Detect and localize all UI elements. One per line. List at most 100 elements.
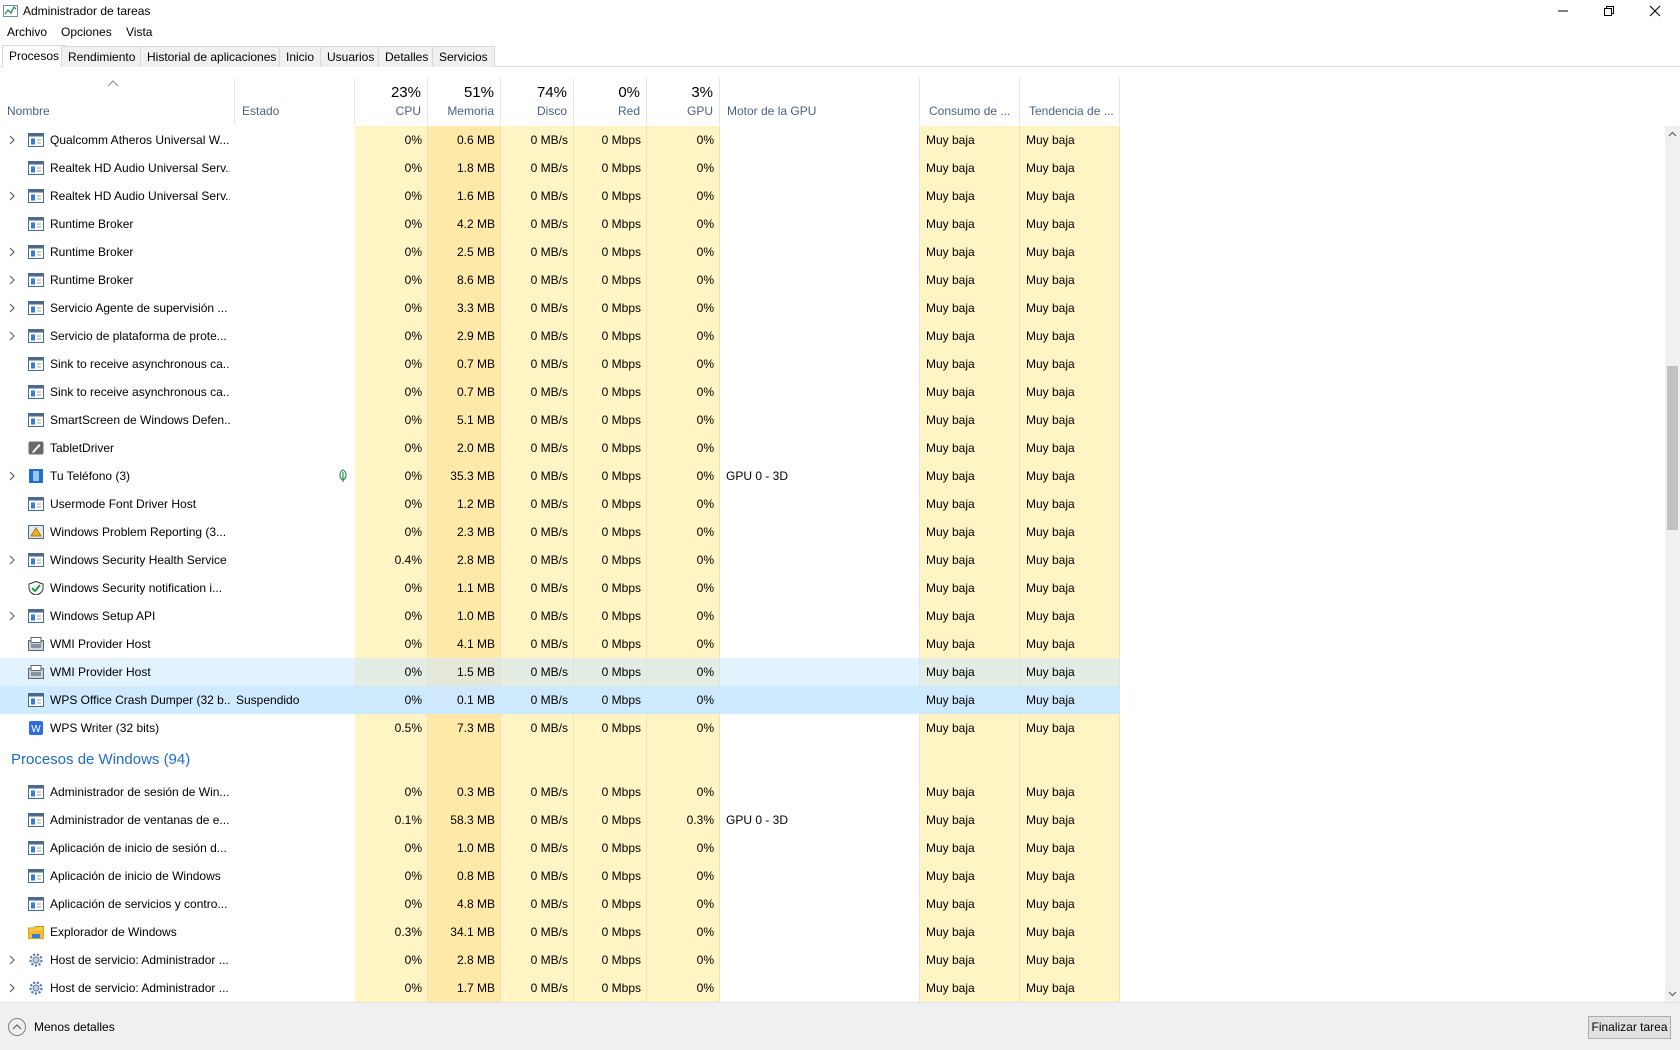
- scroll-up-icon[interactable]: [1668, 131, 1677, 137]
- vertical-scrollbar[interactable]: [1665, 126, 1680, 1002]
- cpu-value: 0%: [404, 525, 422, 539]
- end-task-button[interactable]: Finalizar tarea: [1588, 1016, 1671, 1039]
- process-row[interactable]: W WPS Writer (32 bits) 0.5% 7.3 MB 0 MB/s 0 M…: [0, 714, 1120, 742]
- tab-historial[interactable]: Historial de aplicaciones: [140, 46, 284, 67]
- chevron-right-icon[interactable]: [8, 135, 16, 145]
- scroll-down-icon[interactable]: [1668, 991, 1677, 997]
- cpu-value: 0%: [404, 953, 422, 967]
- chevron-right-icon[interactable]: [8, 303, 16, 313]
- process-row[interactable]: Sink to receive asynchronous ca... 0% 0.7 …: [0, 350, 1120, 378]
- header-cpu[interactable]: 23% CPU: [355, 78, 428, 124]
- process-row[interactable]: Windows Problem Reporting (3... 0% 2.3 MB 0…: [0, 518, 1120, 546]
- gpu-value: 0%: [696, 301, 714, 315]
- process-row[interactable]: WMI Provider Host 0% 1.5 MB 0 MB/s 0 Mbps 0% M…: [0, 658, 1120, 686]
- network-value: 0 Mbps: [601, 693, 641, 707]
- process-row[interactable]: Administrador de ventanas de e... 0.1% 58.…: [0, 806, 1120, 834]
- process-row[interactable]: Realtek HD Audio Universal Serv... 0% 1.8 …: [0, 154, 1120, 182]
- cpu-value: 0%: [404, 189, 422, 203]
- cpu-value: 0%: [404, 133, 422, 147]
- chevron-right-icon[interactable]: [8, 191, 16, 201]
- process-name: Servicio de plataforma de prote...: [50, 329, 227, 343]
- disk-value: 0 MB/s: [530, 189, 568, 203]
- header-network[interactable]: 0% Red: [574, 78, 647, 124]
- tab-detalles[interactable]: Detalles: [378, 46, 436, 67]
- process-row[interactable]: Runtime Broker 0% 2.5 MB 0 MB/s 0 Mbps 0% Muy …: [0, 238, 1120, 266]
- power-trend-value: Muy baja: [1026, 217, 1075, 231]
- process-row[interactable]: Servicio de plataforma de prote... 0% 2.9 …: [0, 322, 1120, 350]
- power-trend-value: Muy baja: [1026, 693, 1075, 707]
- process-row[interactable]: WPS Office Crash Dumper (32 b... Suspendi…: [0, 686, 1120, 714]
- chevron-right-icon[interactable]: [8, 555, 16, 565]
- network-value: 0 Mbps: [601, 189, 641, 203]
- process-row[interactable]: Host de servicio: Administrador ... 0% 1.7…: [0, 974, 1120, 1002]
- process-row[interactable]: Host de servicio: Administrador ... 0% 2.8…: [0, 946, 1120, 974]
- chevron-right-icon[interactable]: [8, 611, 16, 621]
- chevron-right-icon[interactable]: [8, 471, 16, 481]
- process-row[interactable]: Windows Security Health Service 0.4% 2.8 M…: [0, 546, 1120, 574]
- process-status: [236, 266, 351, 294]
- header-disk[interactable]: 74% Disco: [501, 78, 574, 124]
- process-name: Sink to receive asynchronous ca...: [50, 357, 230, 371]
- menu-vista[interactable]: Vista: [126, 25, 152, 39]
- process-row[interactable]: Explorador de Windows 0.3% 34.1 MB 0 MB/s 0 …: [0, 918, 1120, 946]
- close-button[interactable]: [1632, 0, 1678, 22]
- network-value: 0 Mbps: [601, 609, 641, 623]
- chevron-right-icon[interactable]: [8, 247, 16, 257]
- process-row[interactable]: Qualcomm Atheros Universal W... 0% 0.6 MB 0…: [0, 126, 1120, 154]
- header-power-trend[interactable]: Tendencia de ...: [1020, 78, 1120, 124]
- process-row[interactable]: Tu Teléfono (3) 0% 35.3 MB 0 MB/s 0 Mbps 0% GP…: [0, 462, 1120, 490]
- power-trend-value: Muy baja: [1026, 609, 1075, 623]
- process-status: [236, 974, 351, 1002]
- chevron-right-icon[interactable]: [8, 331, 16, 341]
- gpu-engine-value: [726, 518, 916, 546]
- menu-opciones[interactable]: Opciones: [61, 25, 112, 39]
- process-row[interactable]: Servicio Agente de supervisión ... 0% 3.3 …: [0, 294, 1120, 322]
- header-gpu[interactable]: 3% GPU: [647, 78, 720, 124]
- network-value: 0 Mbps: [601, 897, 641, 911]
- process-row[interactable]: TabletDriver 0% 2.0 MB 0 MB/s 0 Mbps 0% Muy ba…: [0, 434, 1120, 462]
- chevron-right-icon[interactable]: [8, 955, 16, 965]
- less-details-link[interactable]: Menos detalles: [34, 1020, 115, 1034]
- menu-archivo[interactable]: Archivo: [7, 25, 47, 39]
- scrollbar-thumb[interactable]: [1667, 366, 1678, 530]
- process-row[interactable]: Runtime Broker 0% 8.6 MB 0 MB/s 0 Mbps 0% Muy …: [0, 266, 1120, 294]
- process-row[interactable]: Usermode Font Driver Host 0% 1.2 MB 0 MB/s 0…: [0, 490, 1120, 518]
- tab-inicio[interactable]: Inicio: [279, 46, 322, 67]
- process-row[interactable]: Aplicación de servicios y contro... 0% 4.8…: [0, 890, 1120, 918]
- chevron-up-circle-icon[interactable]: [8, 1018, 26, 1036]
- process-row[interactable]: Windows Security notification i... 0% 1.1 …: [0, 574, 1120, 602]
- wmi-icon: [28, 665, 44, 679]
- tab-servicios[interactable]: Servicios: [432, 46, 495, 67]
- header-gpu-engine[interactable]: Motor de la GPU: [720, 78, 920, 124]
- chevron-right-icon[interactable]: [8, 983, 16, 993]
- tab-rendimiento[interactable]: Rendimiento: [61, 46, 143, 67]
- process-row[interactable]: Aplicación de inicio de sesión d... 0% 1.0…: [0, 834, 1120, 862]
- restore-button[interactable]: [1586, 0, 1632, 22]
- process-row[interactable]: WMI Provider Host 0% 4.1 MB 0 MB/s 0 Mbps 0% M…: [0, 630, 1120, 658]
- gpu-value: 0%: [696, 413, 714, 427]
- power-value: Muy baja: [926, 441, 975, 455]
- header-power[interactable]: Consumo de ...: [920, 78, 1020, 124]
- process-name: Servicio Agente de supervisión ...: [50, 301, 228, 315]
- power-trend-value: Muy baja: [1026, 553, 1075, 567]
- header-status[interactable]: Estado: [235, 78, 355, 124]
- tab-usuarios[interactable]: Usuarios: [320, 46, 382, 67]
- process-row[interactable]: Windows Setup API 0% 1.0 MB 0 MB/s 0 Mbps 0% M…: [0, 602, 1120, 630]
- process-name: Aplicación de servicios y contro...: [50, 897, 228, 911]
- chevron-right-icon[interactable]: [8, 275, 16, 285]
- process-row[interactable]: Realtek HD Audio Universal Serv... 0% 1.6 …: [0, 182, 1120, 210]
- tab-procesos[interactable]: Procesos: [2, 45, 67, 67]
- process-name: WMI Provider Host: [50, 637, 151, 651]
- disk-value: 0 MB/s: [530, 869, 568, 883]
- process-row[interactable]: SmartScreen de Windows Defen... 0% 5.1 MB 0…: [0, 406, 1120, 434]
- header-memory[interactable]: 51% Memoria: [428, 78, 501, 124]
- power-value: Muy baja: [926, 953, 975, 967]
- process-row[interactable]: Sink to receive asynchronous ca... 0% 0.7 …: [0, 378, 1120, 406]
- memory-value: 2.0 MB: [456, 441, 495, 455]
- service-icon: [28, 897, 44, 911]
- process-row[interactable]: Runtime Broker 0% 4.2 MB 0 MB/s 0 Mbps 0% Muy …: [0, 210, 1120, 238]
- process-row[interactable]: Administrador de sesión de Win... 0% 0.3 M…: [0, 778, 1120, 806]
- minimize-button[interactable]: [1540, 0, 1586, 22]
- gpu-value: 0%: [696, 189, 714, 203]
- process-row[interactable]: Aplicación de inicio de Windows 0% 0.8 MB 0…: [0, 862, 1120, 890]
